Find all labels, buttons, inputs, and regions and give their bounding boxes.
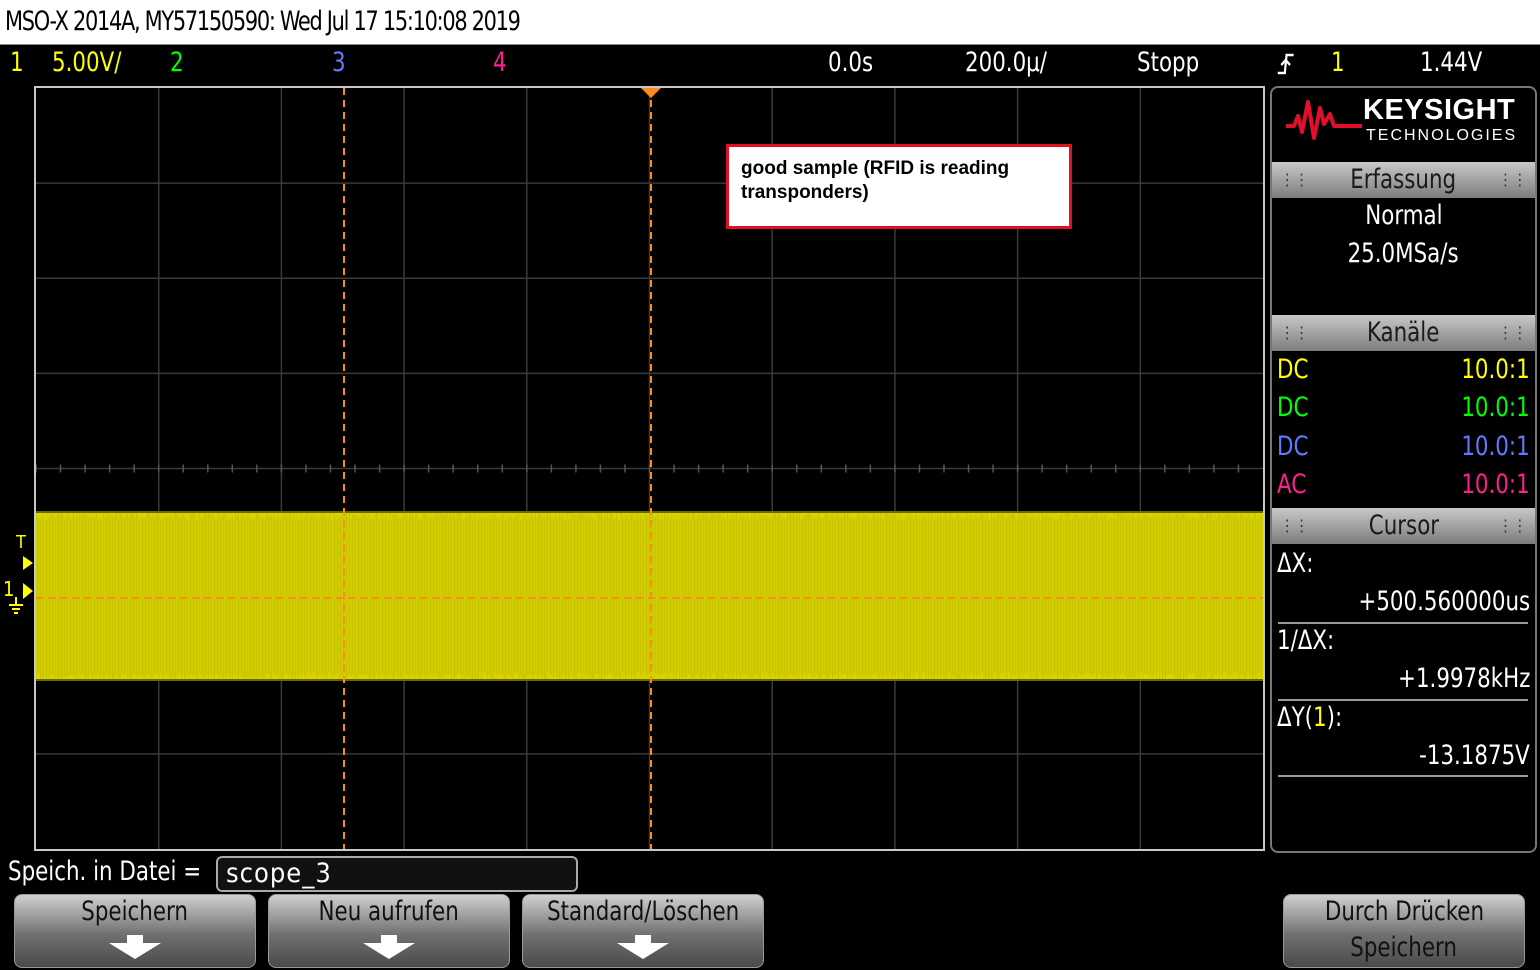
ch1-number[interactable]: 1	[10, 47, 24, 78]
ch4-probe-text: 10.0:1	[1462, 469, 1530, 500]
down-arrow-icon	[615, 935, 671, 961]
ch1-arrow-icon	[23, 583, 33, 599]
acquisition-mode: Normal	[1272, 200, 1535, 231]
press-to-save-softkey[interactable]: Durch Drücken Speichern	[1283, 894, 1525, 968]
filename-input[interactable]: scope_3	[216, 856, 578, 892]
graticule	[36, 88, 1263, 849]
time-delay[interactable]: 0.0s	[828, 47, 873, 78]
trigger-position-icon	[641, 88, 661, 98]
ch1-probe[interactable]: 10.0:1	[1452, 354, 1530, 385]
delta-y-label-channel: 1	[1313, 702, 1327, 733]
status-bar: 1 5.00V/ 2 3 4 0.0s 200.0µ/ Stopp 1 1.44…	[0, 45, 1540, 85]
ch4-number[interactable]: 4	[493, 47, 507, 78]
sample-rate-text: 25.0MSa/s	[1348, 238, 1459, 269]
inverse-delta-x-label-text: 1/ΔX:	[1277, 625, 1334, 656]
ch2-coupling[interactable]: DC	[1277, 392, 1313, 423]
ch1-probe-text: 10.0:1	[1462, 354, 1530, 385]
ch2-probe-text: 10.0:1	[1462, 392, 1530, 423]
cursor-header-label: Cursor	[1368, 508, 1438, 544]
inverse-delta-x-value: +1.9978kHz	[1380, 663, 1530, 694]
sample-rate: 25.0MSa/s	[1272, 238, 1535, 269]
waveform-display[interactable]	[34, 86, 1265, 851]
delta-y-label-prefix: ΔY(	[1277, 702, 1313, 733]
divider	[1278, 699, 1528, 701]
delta-y-value-text: -13.1875V	[1419, 740, 1530, 771]
ch3-coupling-text: DC	[1277, 431, 1308, 462]
ch2-number[interactable]: 2	[170, 47, 184, 78]
trigger-marker-label: T	[16, 532, 26, 553]
softkey-label-line2: Speichern	[1351, 931, 1458, 965]
trigger-edge-icon	[1276, 49, 1295, 86]
down-arrow-icon	[361, 935, 417, 961]
save-file-label: Speich. in Datei =	[8, 856, 227, 887]
delta-x-value: +500.560000us	[1335, 586, 1530, 617]
ch1-coupling[interactable]: DC	[1277, 354, 1313, 385]
trigger-arrow-icon	[23, 556, 33, 570]
softkey-label: Neu aufrufen	[319, 895, 459, 929]
inverse-delta-x-label: 1/ΔX:	[1277, 625, 1342, 656]
ch4-coupling-text: AC	[1277, 469, 1306, 500]
ch4-probe[interactable]: 10.0:1	[1452, 469, 1530, 500]
logo-subtitle: TECHNOLOGIES	[1366, 127, 1517, 145]
channels-header-label: Kanäle	[1367, 315, 1439, 351]
softkey-label: Speichern	[82, 895, 189, 929]
ch3-probe[interactable]: 10.0:1	[1452, 431, 1530, 462]
delta-y-label-suffix: ):	[1327, 702, 1343, 733]
acquisition-header-label: Erfassung	[1351, 162, 1457, 198]
keysight-logo-icon	[1284, 94, 1364, 144]
trigger-level-marker[interactable]: T	[16, 532, 26, 553]
inverse-delta-x-value-text: +1.9978kHz	[1398, 663, 1530, 694]
delta-y-label: ΔY(1):	[1277, 702, 1351, 733]
default-erase-softkey[interactable]: Standard/Löschen	[522, 894, 764, 968]
ch3-probe-text: 10.0:1	[1462, 431, 1530, 462]
trigger-source[interactable]: 1	[1331, 47, 1345, 78]
delta-x-label: ΔX:	[1277, 548, 1318, 579]
grip-icon: ⋮⋮	[1498, 162, 1527, 198]
filename-value: scope_3	[226, 858, 332, 889]
divider	[1278, 775, 1528, 777]
logo-brand: KEYSIGHT	[1363, 94, 1515, 127]
recall-softkey[interactable]: Neu aufrufen	[268, 894, 510, 968]
save-softkey[interactable]: Speichern	[14, 894, 256, 968]
channels-header[interactable]: ⋮⋮ Kanäle ⋮⋮	[1272, 315, 1535, 351]
annotation-box: good sample (RFID is reading transponder…	[726, 144, 1072, 229]
softkey-label: Standard/Löschen	[547, 895, 739, 929]
ch1-coupling-text: DC	[1277, 354, 1308, 385]
grip-icon: ⋮⋮	[1280, 315, 1309, 351]
delta-x-label-text: ΔX:	[1277, 548, 1313, 579]
divider	[1278, 622, 1528, 624]
softkey-label: Durch Drücken	[1324, 895, 1483, 929]
cursor-header[interactable]: ⋮⋮ Cursor ⋮⋮	[1272, 508, 1535, 544]
ch4-coupling[interactable]: AC	[1277, 469, 1310, 500]
ch2-coupling-text: DC	[1277, 392, 1308, 423]
grip-icon: ⋮⋮	[1498, 315, 1527, 351]
ground-icon	[8, 597, 24, 619]
grip-icon: ⋮⋮	[1280, 162, 1309, 198]
ch1-scale[interactable]: 5.00V/	[52, 47, 121, 78]
delta-y-value: -13.1875V	[1404, 740, 1530, 771]
title-bar: MSO-X 2014A, MY57150590: Wed Jul 17 15:1…	[0, 0, 1540, 45]
ch3-coupling[interactable]: DC	[1277, 431, 1313, 462]
grip-icon: ⋮⋮	[1498, 508, 1527, 544]
acquisition-header[interactable]: ⋮⋮ Erfassung ⋮⋮	[1272, 162, 1535, 198]
save-file-label-text: Speich. in Datei =	[8, 856, 201, 887]
ch2-probe[interactable]: 10.0:1	[1452, 392, 1530, 423]
acquisition-mode-text: Normal	[1365, 200, 1442, 231]
window-title: MSO-X 2014A, MY57150590: Wed Jul 17 15:1…	[5, 6, 520, 37]
delta-x-value-text: +500.560000us	[1358, 586, 1530, 617]
down-arrow-icon	[107, 935, 163, 961]
ch3-number[interactable]: 3	[332, 47, 346, 78]
time-scale[interactable]: 200.0µ/	[965, 47, 1047, 78]
grip-icon: ⋮⋮	[1280, 508, 1309, 544]
annotation-text: good sample (RFID is reading transponder…	[741, 157, 1061, 205]
trigger-level[interactable]: 1.44V	[1420, 47, 1482, 78]
run-state: Stopp	[1137, 47, 1199, 78]
